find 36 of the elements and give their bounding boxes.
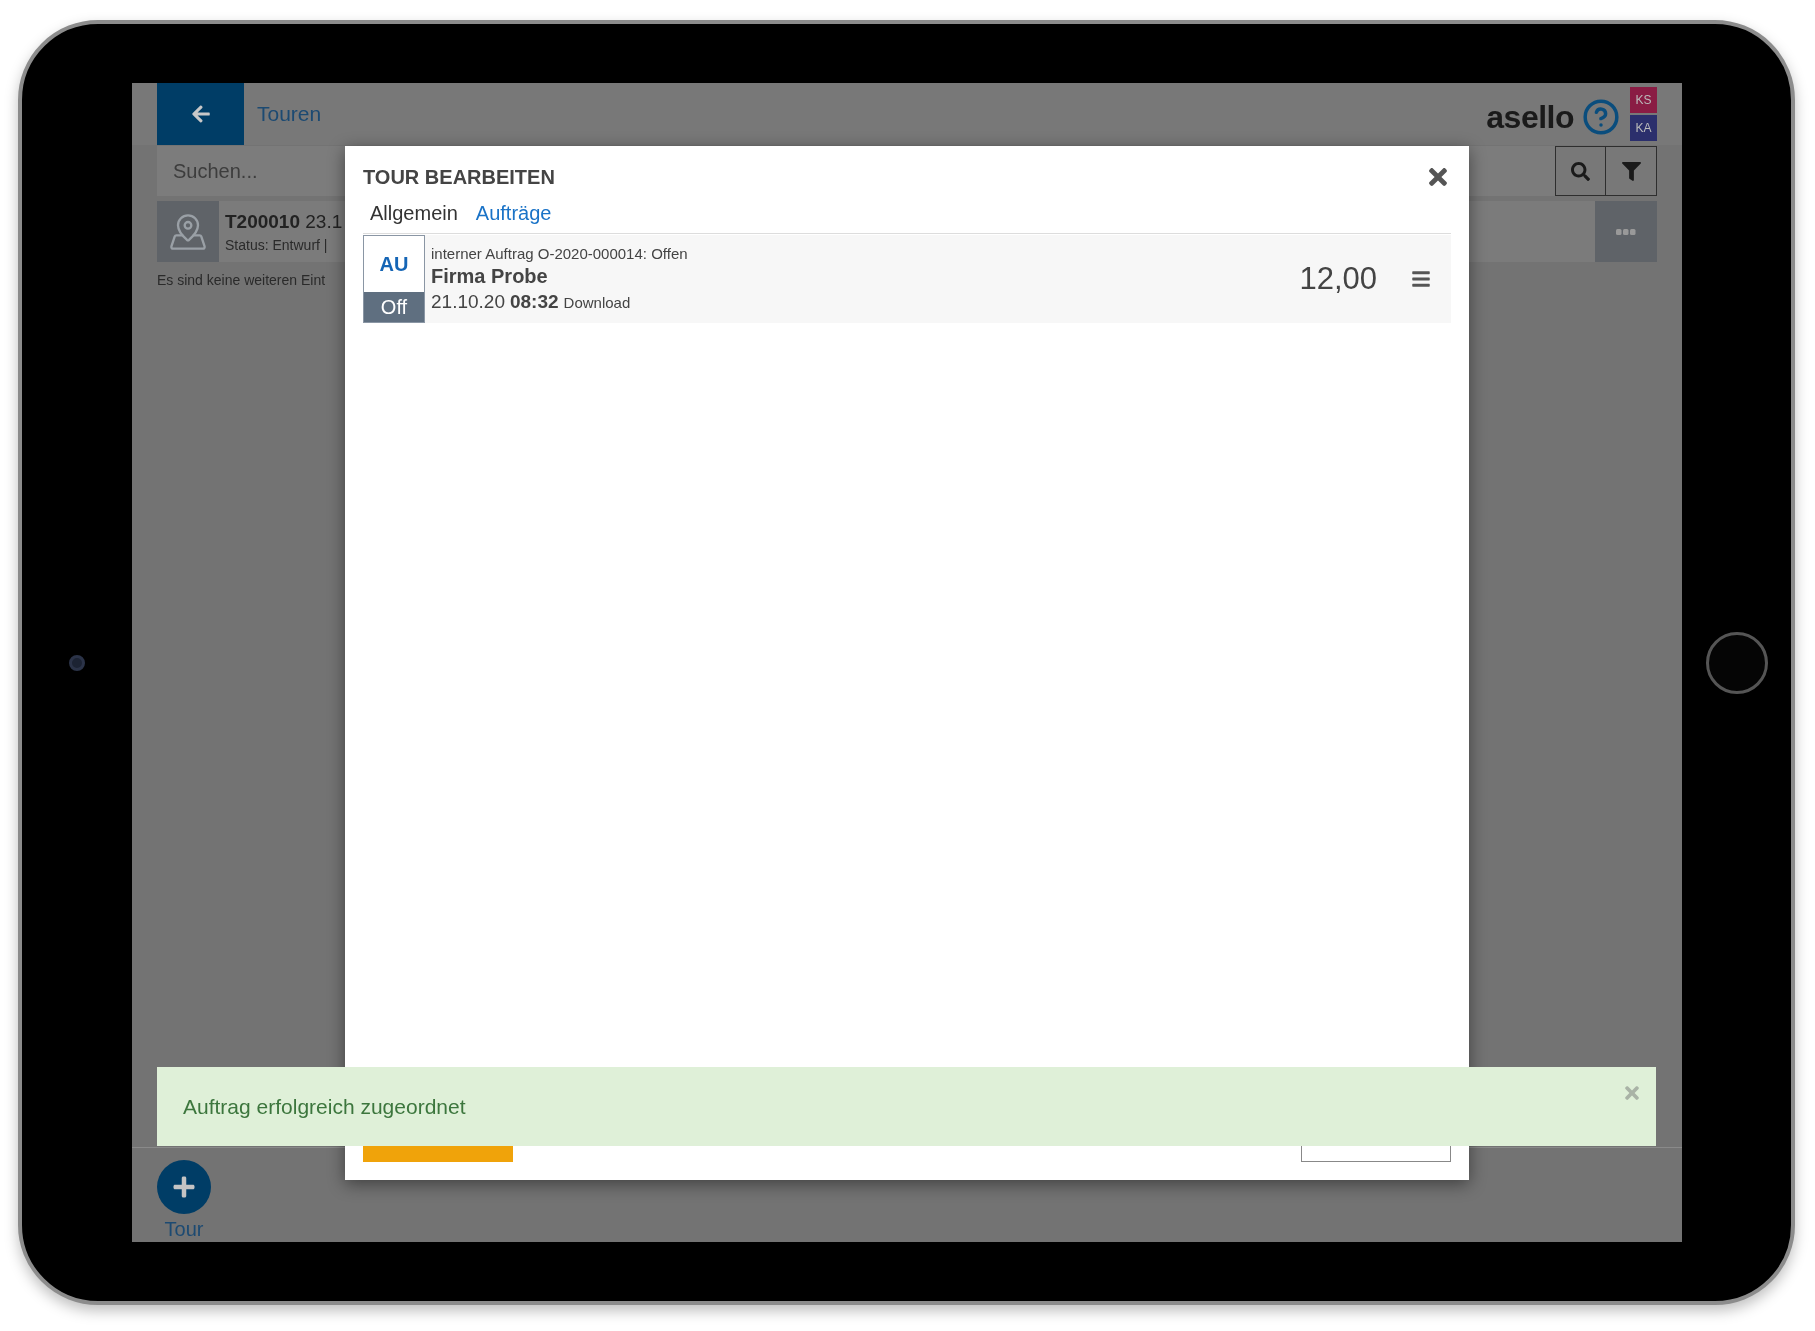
order-row[interactable]: AU Off interner Auftrag O-2020-000014: Offen Firma Probe 21.10.20 08:32 Download 12,00 <box>363 235 1451 323</box>
dialog-title: TOUR BEARBEITEN <box>363 165 555 189</box>
page-title: Touren <box>257 102 322 126</box>
tab[interactable]: Aufträge <box>475 202 552 225</box>
back-button[interactable] <box>157 83 244 145</box>
order-type: AU <box>378 251 410 277</box>
map-pin-icon <box>168 211 208 252</box>
toast-message: Auftrag erfolgreich zugeordnet <box>183 1094 466 1119</box>
search-icon <box>1571 161 1590 181</box>
menu-icon <box>1411 269 1431 289</box>
logo: asello <box>1486 98 1574 136</box>
order-date: 21.10.20 <box>431 291 505 313</box>
list-note: Es sind keine weiteren Eint <box>157 272 326 288</box>
tab[interactable]: Allgemein <box>370 202 458 225</box>
filter-button[interactable] <box>1606 146 1657 196</box>
back-arrow-icon <box>190 104 211 124</box>
order-time: 08:32 <box>509 291 559 313</box>
menu-button[interactable] <box>1411 269 1431 289</box>
user-badge[interactable]: KS <box>1630 87 1657 113</box>
search-button[interactable] <box>1555 146 1606 196</box>
more-button[interactable] <box>1595 201 1657 262</box>
help-icon[interactable] <box>1582 98 1620 136</box>
filter-icon <box>1621 161 1641 181</box>
more-icon <box>1616 228 1636 235</box>
order-reference: interner Auftrag O-2020-000014: Offen <box>431 245 689 262</box>
customer-name: Firma Probe <box>431 265 549 288</box>
add-tour-label: Tour <box>164 1218 204 1241</box>
order-state: Off <box>364 292 424 322</box>
user-badge[interactable]: KA <box>1630 115 1657 141</box>
tour-title: T200010 23.1 <box>225 210 343 233</box>
tour-status: Status: Entwurf | <box>225 236 329 253</box>
order-status: Download <box>563 294 631 311</box>
order-amount: 12,00 <box>1299 261 1377 297</box>
camera-icon <box>69 654 85 671</box>
plus-icon <box>157 1160 211 1214</box>
close-icon <box>1622 1083 1642 1103</box>
